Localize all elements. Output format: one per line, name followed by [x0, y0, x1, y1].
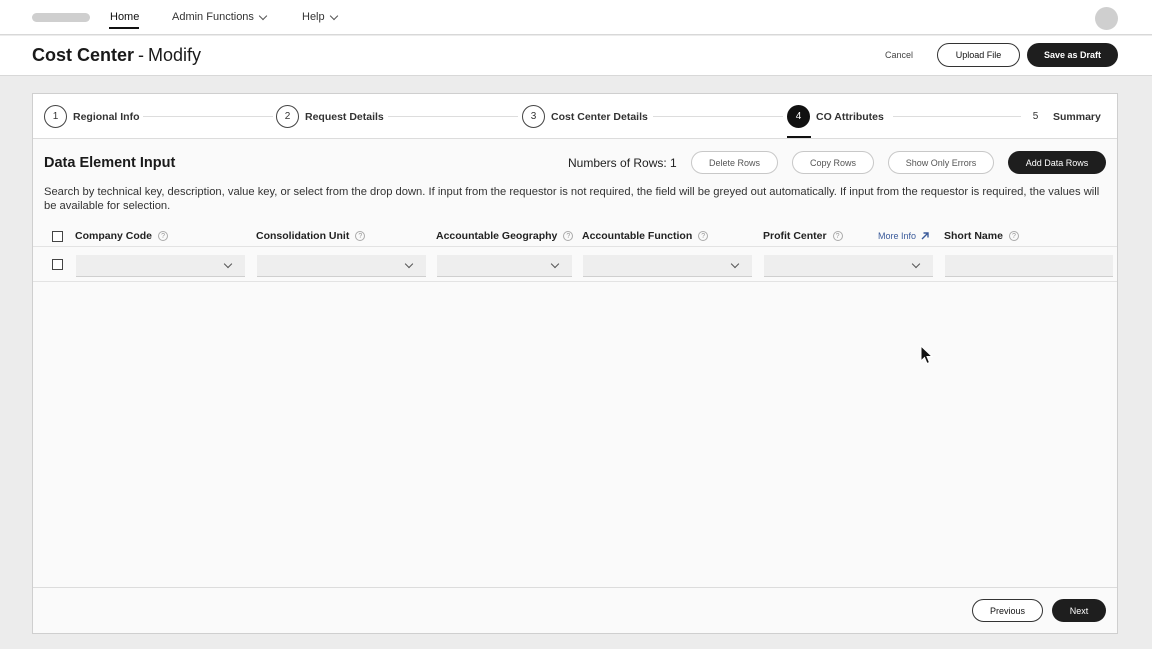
step-co-attributes[interactable]: 4 CO Attributes	[787, 105, 884, 128]
column-label: Accountable Geography	[436, 230, 558, 242]
question-circle-icon[interactable]: ?	[563, 231, 574, 241]
company-code-select[interactable]	[76, 255, 245, 277]
help-text: Search by technical key, description, va…	[44, 186, 1100, 212]
nav-admin-functions[interactable]: Admin Functions	[172, 11, 268, 23]
page-title-main: Cost Center	[32, 45, 135, 65]
previous-button[interactable]: Previous	[972, 599, 1043, 622]
chevron-down-icon	[258, 11, 268, 20]
upload-file-button[interactable]: Upload File	[937, 43, 1020, 67]
column-label: Company Code	[75, 230, 153, 242]
step-cost-center-details[interactable]: 3 Cost Center Details	[522, 105, 648, 128]
profit-center-select[interactable]	[764, 255, 933, 277]
step-request-details[interactable]: 2 Request Details	[276, 105, 384, 128]
copy-rows-button[interactable]: Copy Rows	[792, 151, 874, 174]
short-name-input[interactable]	[945, 255, 1113, 277]
page-title-separator: -	[138, 45, 145, 65]
nav-help-label: Help	[302, 11, 325, 23]
step-number: 1	[44, 105, 67, 128]
chevron-down-icon	[550, 259, 560, 269]
question-circle-icon[interactable]: ?	[158, 231, 169, 241]
chevron-down-icon	[730, 259, 740, 269]
add-data-rows-button[interactable]: Add Data Rows	[1008, 151, 1106, 174]
accountable-geography-select[interactable]	[437, 255, 572, 277]
section-title: Data Element Input	[44, 155, 176, 171]
step-regional-info[interactable]: 1 Regional Info	[44, 105, 140, 128]
nav-active-indicator	[109, 27, 139, 29]
step-label: Request Details	[305, 110, 384, 123]
stepper: 1 Regional Info 2 Request Details 3 Cost…	[33, 94, 1117, 139]
arrow-up-right-icon	[921, 232, 929, 240]
more-info-link[interactable]: More Info	[878, 231, 930, 241]
page-title: Cost Center - Modify	[32, 45, 201, 66]
question-circle-icon[interactable]: ?	[698, 231, 709, 241]
step-connector	[653, 116, 783, 117]
cancel-button[interactable]: Cancel	[876, 44, 922, 66]
step-label: Summary	[1053, 110, 1101, 123]
chevron-down-icon	[223, 259, 233, 269]
step-label: CO Attributes	[816, 110, 884, 123]
chevron-down-icon	[911, 259, 921, 269]
step-connector	[893, 116, 1021, 117]
step-number: 4	[787, 105, 810, 128]
table-header: Company Code ? Consolidation Unit ? Acco…	[33, 225, 1117, 247]
wizard-card: 1 Regional Info 2 Request Details 3 Cost…	[32, 93, 1118, 634]
select-all-checkbox[interactable]	[52, 231, 63, 242]
column-header-consolidation-unit: Consolidation Unit ?	[256, 230, 366, 242]
step-label: Cost Center Details	[551, 110, 648, 123]
question-circle-icon[interactable]: ?	[355, 231, 366, 241]
table-row	[33, 248, 1117, 282]
consolidation-unit-select[interactable]	[257, 255, 426, 277]
mouse-cursor-icon	[920, 345, 934, 365]
column-header-accountable-geography: Accountable Geography ?	[436, 230, 574, 242]
avatar[interactable]	[1095, 7, 1118, 30]
column-label: Short Name	[944, 230, 1003, 242]
step-connector	[143, 116, 273, 117]
delete-rows-button[interactable]: Delete Rows	[691, 151, 778, 174]
step-connector	[388, 116, 518, 117]
column-header-short-name: Short Name ?	[944, 230, 1019, 242]
column-label: Accountable Function	[582, 230, 693, 242]
step-label: Regional Info	[73, 110, 140, 123]
step-number: 5	[1024, 105, 1047, 128]
nav-help[interactable]: Help	[302, 11, 338, 23]
nav-home-label: Home	[110, 11, 140, 23]
accountable-function-select[interactable]	[583, 255, 752, 277]
column-header-company-code: Company Code ?	[75, 230, 169, 242]
more-info-label: More Info	[878, 231, 917, 241]
chevron-down-icon	[329, 11, 338, 20]
page-header: Cost Center - Modify Cancel Upload File Sa…	[0, 36, 1152, 76]
logo[interactable]	[32, 13, 90, 22]
show-only-errors-button[interactable]: Show Only Errors	[888, 151, 994, 174]
question-circle-icon[interactable]: ?	[832, 231, 843, 241]
nav-admin-functions-label: Admin Functions	[172, 11, 254, 23]
step-summary[interactable]: 5 Summary	[1024, 105, 1101, 128]
next-button[interactable]: Next	[1052, 599, 1106, 622]
row-checkbox[interactable]	[52, 259, 63, 270]
nav-home[interactable]: Home	[110, 11, 139, 23]
top-navigation: Home Admin Functions Help	[0, 0, 1152, 35]
column-header-accountable-function: Accountable Function ?	[582, 230, 709, 242]
wizard-footer: Previous Next	[33, 587, 1117, 633]
question-circle-icon[interactable]: ?	[1008, 231, 1019, 241]
step-number: 2	[276, 105, 299, 128]
active-step-indicator	[787, 136, 811, 138]
page-title-mode: Modify	[148, 45, 202, 65]
chevron-down-icon	[404, 259, 414, 269]
column-header-profit-center: Profit Center ?	[763, 230, 843, 242]
save-as-draft-button[interactable]: Save as Draft	[1027, 43, 1118, 67]
column-label: Consolidation Unit	[256, 230, 350, 242]
step-number: 3	[522, 105, 545, 128]
column-label: Profit Center	[763, 230, 827, 242]
rows-count: Numbers of Rows: 1	[568, 156, 677, 170]
